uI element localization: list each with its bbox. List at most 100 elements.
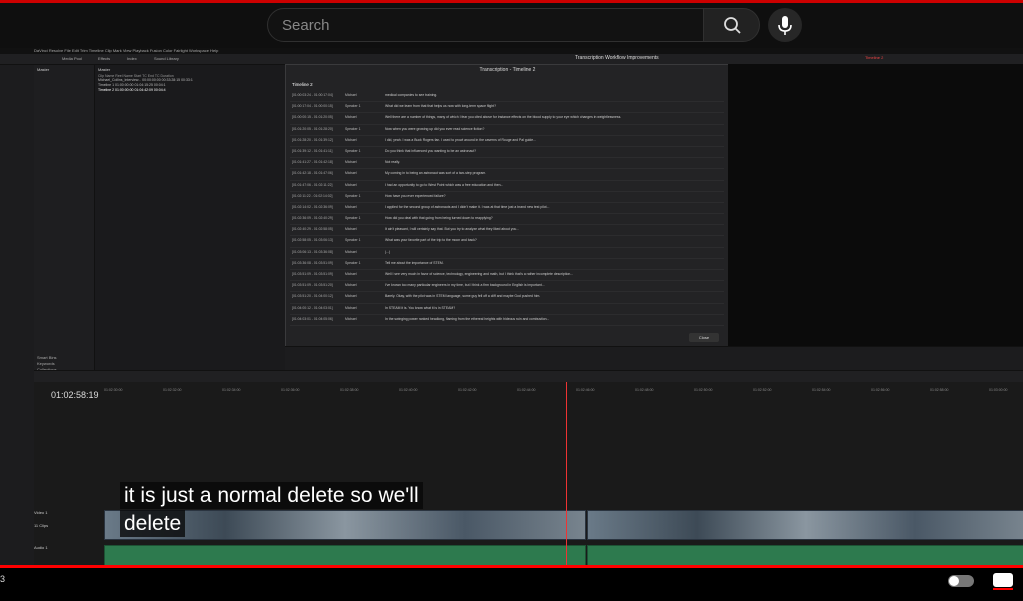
transcript-row[interactable]: [01:03:06:13 - 01:03:36:08] Michael (...) xyxy=(290,248,724,259)
transcript-row[interactable]: [01:01:47:06 - 01:02:11:22] Michael I had … xyxy=(290,181,724,192)
timeline-ruler[interactable]: 01:02:30:00 01:02:32:00 01:02:34:00 01:02:3… xyxy=(104,388,1023,396)
subtitles-button[interactable] xyxy=(993,573,1013,590)
ruler-tick-label: 01:02:32:00 xyxy=(163,388,182,392)
transcript-timecode: [01:02:36:09 - 01:02:40:29] xyxy=(292,216,333,221)
captions-active-indicator xyxy=(993,588,1013,590)
ruler-tick-label: 01:02:42:00 xyxy=(458,388,477,392)
transcript-row[interactable]: [01:00:00:15 - 01:01:20:05] Michael Well t… xyxy=(290,113,724,125)
transcript-text: Now when you were growing up did you eve… xyxy=(385,126,485,131)
transcript-text: I had an opportunity to go to West Point… xyxy=(385,182,504,187)
voice-search-button[interactable] xyxy=(768,8,802,42)
transcript-timecode: [01:02:11:22 - 01:02:14:02] xyxy=(292,193,333,198)
playhead[interactable] xyxy=(566,382,567,568)
transcript-text: I did, yeah. I was a Buck Rogers fan. I … xyxy=(385,137,536,142)
timeline-timecode: 01:02:58:19 xyxy=(51,390,99,400)
transcript-speaker: Speaker 1 xyxy=(345,148,361,153)
transcript-timecode: [01:01:42:18 - 01:01:47:06] xyxy=(292,171,333,176)
timeline-viewer[interactable] xyxy=(728,64,1023,346)
transcript-row[interactable]: [01:04:03:01 - 01:04:05:06] Michael In the… xyxy=(290,315,724,326)
transport-controls[interactable] xyxy=(285,346,1023,371)
transcript-row[interactable]: [01:01:41:27 - 01:01:42:18] Michael Not re… xyxy=(290,158,724,170)
autoplay-toggle[interactable] xyxy=(948,575,974,587)
time-fragment: 3 xyxy=(0,574,6,584)
media-pool-panel: Master Clip Name Reel Name Start TC End … xyxy=(95,65,285,385)
transcript-row[interactable]: [01:01:39:12 - 01:01:41:11] Speaker 1 Do y… xyxy=(290,147,724,159)
audio-track-name: Audio 1 xyxy=(34,545,48,550)
transcript-row[interactable]: [01:02:11:22 - 01:02:14:02] Speaker 1 How … xyxy=(290,192,724,203)
transcript-speaker: Michael xyxy=(345,115,357,120)
sound-library-button[interactable]: Sound Library xyxy=(154,56,179,61)
transcript-row[interactable]: [01:02:36:09 - 01:02:40:29] Speaker 1 How … xyxy=(290,214,724,226)
ruler-tick-label: 01:02:52:00 xyxy=(753,388,772,392)
timeline-panel[interactable]: 01:02:58:19 01:02:30:00 01:02:32:00 01:02:… xyxy=(34,382,1023,568)
transcript-speaker: Michael xyxy=(345,283,357,288)
transcript-speaker: Michael xyxy=(345,227,357,232)
ruler-tick-label: 01:02:40:00 xyxy=(399,388,418,392)
transcript-row[interactable]: [01:02:40:29 - 01:02:58:05] Michael It ain… xyxy=(290,225,724,237)
ruler-tick-label: 01:02:58:00 xyxy=(930,388,949,392)
close-button[interactable]: Close xyxy=(689,333,719,342)
transcript-speaker: Speaker 1 xyxy=(345,126,361,131)
transcript-timecode: [01:04:00:12 - 01:04:03:01] xyxy=(292,305,333,310)
timeline-tab[interactable]: Timeline 2 xyxy=(865,55,883,60)
effects-button[interactable]: Effects xyxy=(98,56,110,61)
transcript-text: How did you deal with that going from be… xyxy=(385,216,493,221)
transcript-timecode: [01:02:14:02 - 01:02:36:09] xyxy=(292,204,333,209)
dialog-title: Transcription - Timeline 2 xyxy=(479,67,536,73)
audio-track-header: Audio 1 xyxy=(34,545,104,550)
bin-header[interactable]: Master xyxy=(34,65,94,74)
transcript-list[interactable]: [01:00:03:24 - 01:00:17:04] Michael medica… xyxy=(290,91,724,331)
transcript-timecode: [01:00:00:15 - 01:01:20:05] xyxy=(292,115,333,120)
transcript-text: Well I see very much in favor of science… xyxy=(385,272,574,276)
transcript-row[interactable]: [01:01:20:05 - 01:01:28:20] Speaker 1 Now … xyxy=(290,125,724,136)
ruler-tick-label: 01:02:34:00 xyxy=(222,388,241,392)
audio-clip[interactable] xyxy=(104,545,586,567)
audio-clip[interactable] xyxy=(587,545,1023,567)
ruler-tick-label: 01:02:38:00 xyxy=(340,388,359,392)
transcript-timecode: [01:03:51:09 - 01:03:51:20] xyxy=(292,283,333,288)
search-button[interactable] xyxy=(703,8,760,42)
transcript-speaker: Michael xyxy=(345,204,357,209)
transcript-timecode: [01:04:03:01 - 01:04:05:06] xyxy=(292,316,333,321)
transcript-text: I've known too many particular engineers… xyxy=(385,283,545,288)
transcript-timecode: [01:01:39:12 - 01:01:41:11] xyxy=(292,148,333,153)
toggle-knob xyxy=(949,576,959,586)
transcript-text: (...) xyxy=(385,249,391,254)
transcript-timecode: [01:00:03:24 - 01:00:17:04] xyxy=(292,93,333,97)
transcript-row[interactable]: [01:02:14:02 - 01:02:36:09] Michael I appl… xyxy=(290,203,724,215)
transcript-text: It ain't pleasant, I will certainly say … xyxy=(385,227,520,232)
transcript-row[interactable]: [01:01:42:18 - 01:01:47:06] Michael My com… xyxy=(290,169,724,181)
transcript-row[interactable]: [01:03:51:09 - 01:03:51:20] Michael I've k… xyxy=(290,281,724,293)
transcript-row[interactable]: [01:03:36:08 - 01:03:51:09] Speaker 1 Tell… xyxy=(290,259,724,270)
transcript-row[interactable]: [01:00:17:04 - 01:00:00:15] Speaker 1 What… xyxy=(290,102,724,114)
video-track-name: Video 1 xyxy=(34,510,48,515)
media-pool-row-selected[interactable]: Timeline 2 01:00:00:00 01:04:42:09 00:04… xyxy=(95,88,285,93)
transcript-row[interactable]: [01:04:00:12 - 01:04:03:01] Michael In STE… xyxy=(290,304,724,315)
transcript-speaker: Michael xyxy=(345,137,357,142)
transcript-speaker: Michael xyxy=(345,182,357,187)
transcript-row[interactable]: [01:03:51:09 - 01:03:51:09] Michael Well I… xyxy=(290,270,724,282)
transcript-row[interactable]: [01:01:28:20 - 01:01:39:12] Michael I did,… xyxy=(290,136,724,147)
transcript-speaker: Michael xyxy=(345,249,357,254)
transcript-speaker: Michael xyxy=(345,294,357,299)
video-clip[interactable] xyxy=(587,510,1023,540)
transcript-text: In the swinging power ranked headlong, f… xyxy=(385,316,550,321)
transcript-row[interactable]: [01:02:58:05 - 01:03:06:13] Speaker 1 What… xyxy=(290,236,724,248)
transcript-text: My coming in to being an astronaut was s… xyxy=(385,171,487,176)
dialog-subtitle: Timeline 2 xyxy=(292,82,313,87)
search-icon xyxy=(724,17,741,34)
caption-line-1: it is just a normal delete so we'll xyxy=(120,482,423,509)
index-button[interactable]: Index xyxy=(127,56,137,61)
transcript-timecode: [01:01:20:05 - 01:01:28:20] xyxy=(292,126,333,131)
transcript-row[interactable]: [01:03:51:20 - 01:04:00:12] Michael Barely… xyxy=(290,292,724,304)
media-pool-button[interactable]: Media Pool xyxy=(62,56,82,61)
transcript-timecode: [01:03:51:09 - 01:03:51:09] xyxy=(292,272,333,276)
transcript-text: Tell me about the importance of STEM. xyxy=(385,260,444,265)
transcript-speaker: Speaker 1 xyxy=(345,216,361,221)
search-input[interactable]: Search xyxy=(267,8,704,42)
ruler-tick-label: 01:02:36:00 xyxy=(281,388,300,392)
ruler-tick-label: 01:02:46:00 xyxy=(576,388,595,392)
transcript-row[interactable]: [01:00:03:24 - 01:00:17:04] Michael medica… xyxy=(290,91,724,103)
transcript-text: Not really. xyxy=(385,160,401,165)
ruler-tick-label: 01:02:44:00 xyxy=(517,388,536,392)
